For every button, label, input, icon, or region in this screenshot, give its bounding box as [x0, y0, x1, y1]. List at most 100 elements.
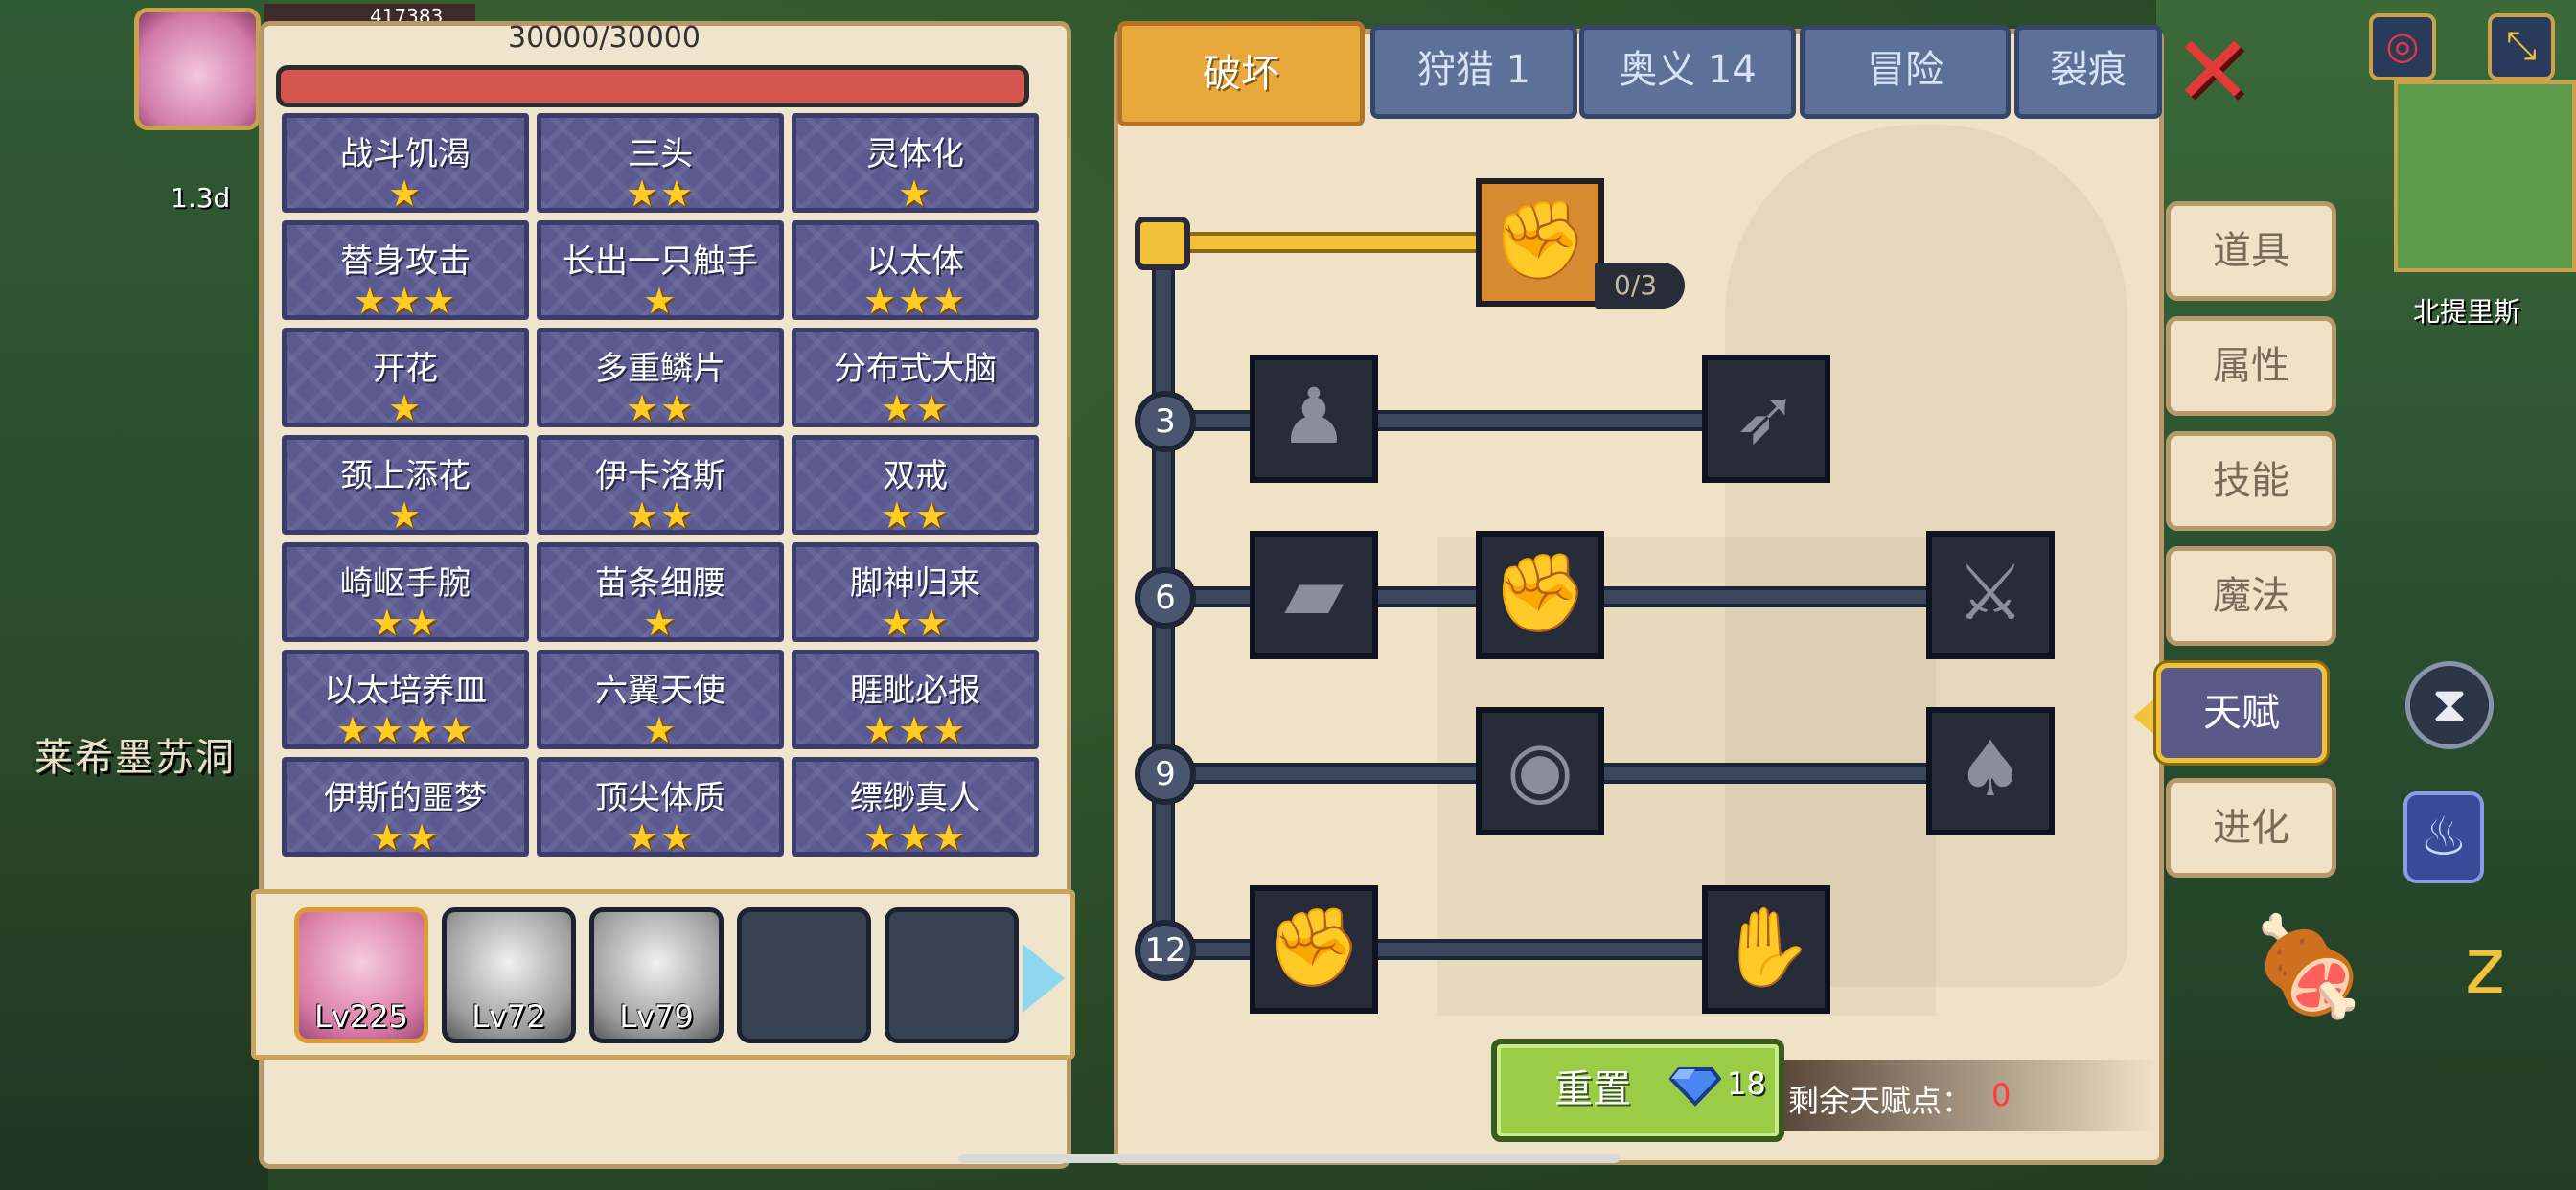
expand-icon[interactable]: ⤡: [2488, 13, 2555, 80]
trait-name: 灵体化: [866, 135, 964, 173]
party-next-arrow-icon[interactable]: [1023, 944, 1065, 1013]
arm-wrestle-icon[interactable]: ✊: [1476, 178, 1604, 307]
side-tab-skills[interactable]: 技能: [2166, 431, 2336, 531]
trait-card[interactable]: 双戒 ★★: [792, 435, 1039, 535]
trait-stars: ★★: [880, 602, 951, 644]
side-tab-talent[interactable]: 天赋: [2156, 663, 2327, 763]
ripple-target-icon[interactable]: ◉: [1476, 707, 1604, 835]
side-tab-items[interactable]: 道具: [2166, 201, 2336, 301]
trait-name: 双戒: [883, 457, 948, 495]
tab-destroy[interactable]: 破坏: [1117, 21, 1365, 126]
trait-name: 长出一只触手: [563, 242, 758, 281]
talent-points-label: 剩余天赋点：: [1788, 1083, 1973, 1119]
trait-stars: ★★★: [862, 816, 968, 858]
party-slot[interactable]: Lv79: [589, 907, 724, 1043]
meat-icon[interactable]: 🍖: [2237, 904, 2380, 1029]
hp-text: 30000/30000: [508, 21, 701, 55]
trait-card[interactable]: 顶尖体质 ★★: [537, 757, 784, 857]
muscle-body-icon[interactable]: ♟: [1250, 355, 1378, 483]
trait-stars: ★★★: [862, 709, 968, 751]
bat-drop-icon[interactable]: ♠: [1926, 707, 2055, 835]
world-background-left: [0, 0, 268, 1190]
side-tab-magic[interactable]: 魔法: [2166, 546, 2336, 646]
grab-hand-icon[interactable]: ✋: [1702, 885, 1830, 1014]
trait-card[interactable]: 以太培养皿 ★★★★: [282, 650, 529, 749]
trait-name: 战斗饥渴: [340, 135, 471, 173]
trait-name: 颈上添花: [340, 457, 471, 495]
card-break-icon[interactable]: ▰: [1250, 531, 1378, 659]
trait-card[interactable]: 分布式大脑 ★★: [792, 328, 1039, 427]
trait-card[interactable]: 缥缈真人 ★★★: [792, 757, 1039, 857]
blood-slash-icon[interactable]: ⚔: [1926, 531, 2055, 659]
trait-card[interactable]: 替身攻击 ★★★: [282, 220, 529, 320]
party-level: Lv225: [314, 998, 408, 1035]
trait-card[interactable]: 脚神归来 ★★: [792, 542, 1039, 642]
side-tab-evolve[interactable]: 进化: [2166, 778, 2336, 878]
trait-card[interactable]: 六翼天使 ★: [537, 650, 784, 749]
trait-name: 分布式大脑: [834, 350, 997, 388]
trait-card[interactable]: 三头 ★★: [537, 113, 784, 213]
globe-icon[interactable]: ◎: [2369, 13, 2436, 80]
arrow-bow-icon[interactable]: ➶: [1702, 355, 1830, 483]
trait-name: 以太体: [866, 242, 964, 281]
trait-card[interactable]: 苗条细腰 ★: [537, 542, 784, 642]
side-tab-attributes[interactable]: 属性: [2166, 316, 2336, 416]
party-slot[interactable]: Lv72: [442, 907, 576, 1043]
talent-branch: [1179, 232, 1482, 253]
raised-fist-icon[interactable]: ✊: [1250, 885, 1378, 1014]
trait-name: 以太培养皿: [324, 672, 487, 710]
trait-card[interactable]: 开花 ★: [282, 328, 529, 427]
tier-label: 6: [1135, 567, 1196, 629]
trait-card[interactable]: 伊斯的噩梦 ★★: [282, 757, 529, 857]
party-level: Lv72: [472, 998, 546, 1035]
trait-stars: ★★: [370, 816, 441, 858]
trait-stars: ★: [387, 494, 424, 537]
trait-card[interactable]: 崎岖手腕 ★★: [282, 542, 529, 642]
party-slot-empty[interactable]: [737, 907, 871, 1043]
trait-card[interactable]: 颈上添花 ★: [282, 435, 529, 535]
trait-stars: ★★★: [353, 280, 458, 322]
trait-name: 睚眦必报: [850, 672, 980, 710]
tab-hunt[interactable]: 狩猎 1: [1370, 25, 1577, 119]
minimap[interactable]: [2394, 80, 2576, 272]
trait-card[interactable]: 睚眦必报 ★★★: [792, 650, 1039, 749]
trait-stars: ★: [387, 172, 424, 215]
trait-name: 多重鳞片: [595, 350, 725, 388]
trait-grid[interactable]: 战斗饥渴 ★ 三头 ★★ 灵体化 ★ 替身攻击 ★★★ 长出一只触手 ★ 以太体 ★★★ 开…: [282, 113, 1039, 860]
game-scene: 417383 1.3d 莱希墨苏洞 30000/30000 战斗饥渴 ★ 三头 ★★…: [0, 0, 2576, 1190]
trait-card[interactable]: 多重鳞片 ★★: [537, 328, 784, 427]
trait-card[interactable]: 伊卡洛斯 ★★: [537, 435, 784, 535]
close-icon[interactable]: ✕: [2172, 23, 2254, 119]
hud-time-label: 1.3d: [171, 182, 231, 214]
player-avatar[interactable]: [134, 8, 261, 130]
home-indicator[interactable]: [958, 1154, 1620, 1163]
trait-name: 缥缈真人: [850, 779, 980, 817]
tab-rift[interactable]: 裂痕: [2014, 25, 2162, 119]
hourglass-icon[interactable]: ⧗: [2405, 661, 2494, 749]
trait-card[interactable]: 以太体 ★★★: [792, 220, 1039, 320]
trait-stars: ★★: [880, 387, 951, 429]
hp-bar: [276, 65, 1029, 107]
map-location-label: 北提里斯: [2413, 296, 2521, 328]
tab-secret[interactable]: 奥义 14: [1579, 25, 1796, 119]
trait-card[interactable]: 灵体化 ★: [792, 113, 1039, 213]
fist-punch-icon[interactable]: ✊: [1476, 531, 1604, 659]
trait-name: 伊斯的噩梦: [324, 779, 487, 817]
tier-label: 9: [1135, 744, 1196, 805]
reset-cost: 18: [1727, 1065, 1766, 1102]
diamond-icon: [1669, 1067, 1721, 1107]
trait-name: 三头: [628, 135, 693, 173]
trait-name: 苗条细腰: [595, 564, 725, 603]
tab-adventure[interactable]: 冒险: [1800, 25, 2011, 119]
trait-name: 替身攻击: [340, 242, 471, 281]
side-pointer-icon: [2133, 696, 2158, 738]
party-level: Lv79: [619, 998, 694, 1035]
sleep-icon[interactable]: z: [2413, 904, 2557, 1029]
party-slot[interactable]: Lv225: [294, 907, 428, 1043]
trait-card[interactable]: 长出一只触手 ★: [537, 220, 784, 320]
flame-icon[interactable]: ♨: [2404, 791, 2484, 883]
trait-stars: ★★: [625, 494, 696, 537]
party-slot-empty[interactable]: [885, 907, 1019, 1043]
trait-card[interactable]: 战斗饥渴 ★: [282, 113, 529, 213]
trait-stars: ★: [642, 709, 678, 751]
